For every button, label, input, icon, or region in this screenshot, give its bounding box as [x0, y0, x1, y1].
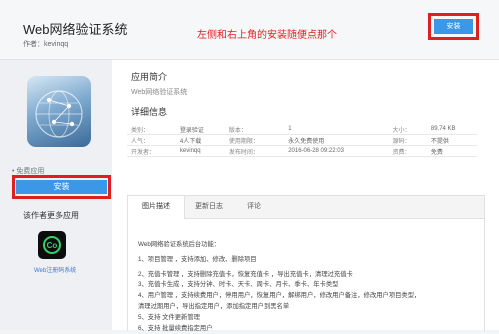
main-content: 应用简介 Web网络验证系统 详细信息 类别： 登录验证 版本： 1 大小： 8…	[112, 60, 499, 334]
details-table: 类别： 登录验证 版本： 1 大小： 89.74 KB 人气： 4人下载 使用期…	[127, 124, 477, 157]
description-line: 2、充值卡管理 ，支持删除充值卡，恢复充值卡 ，导出充值卡，清理过充值卡	[138, 270, 353, 278]
annotation-text: 左侧和右上角的安装随便点那个	[197, 30, 337, 41]
description-line: 1、项目管理 ，支持添加、修改、删除项目	[138, 255, 257, 263]
description-line: Web网络验证系统后台功能：	[138, 241, 221, 248]
description-line: 3、充值卡生成 ，支持分钟、时卡、天卡、周卡、月卡、季卡、年卡类型	[138, 281, 339, 289]
tabs-panel: 图片描述 更新日志 评论 Web网络验证系统后台功能： 1、项目管理 ，支持添加…	[127, 195, 485, 334]
app-title: Web网络验证系统	[23, 22, 128, 37]
intro-title: 应用简介	[131, 72, 168, 82]
sidebar-install-highlight: 安装	[12, 175, 111, 199]
tab-bar: 图片描述 更新日志 评论	[128, 196, 484, 219]
description-text: Web网络验证系统后台功能： 1、项目管理 ，支持添加、修改、删除项目 2、充值…	[138, 240, 420, 334]
top-install-button[interactable]: 安装	[434, 19, 473, 34]
details-title: 详细信息	[131, 107, 168, 117]
globe-graphic	[35, 90, 83, 138]
tab-changelog[interactable]: 更新日志	[184, 196, 234, 218]
more-app-icon[interactable]: Co	[38, 231, 66, 259]
app-globe-icon	[27, 76, 91, 147]
sidebar-install-button[interactable]: 安装	[16, 180, 107, 194]
app-header: Web网络验证系统 作者：kevinqq 左侧和右上角的安装随便点那个 安装	[0, 0, 499, 60]
left-sidebar: • 免费应用 安装 该作者更多应用 Co Web注册码系统	[0, 60, 112, 330]
table-row: 人气： 4人下载 使用期限： 永久免费使用 源码： 不提供	[127, 134, 477, 146]
top-install-highlight: 安装	[428, 13, 479, 40]
description-line: 5、支持 文件更新管理	[138, 313, 200, 321]
intro-text: Web网络验证系统	[131, 89, 188, 96]
description-line: 6、支持 批量续费指定用户	[138, 324, 213, 332]
more-app-link[interactable]: Web注册码系统	[34, 265, 76, 274]
tab-comments[interactable]: 评论	[234, 196, 274, 218]
description-line: 4、用户管理 ，支持续费用户，停用用户，恢复用户，解绑用户，修改用户备注，修改用…	[138, 292, 421, 300]
description-line: 清理过期用户，导出指定用户，添加指定用户到黑名单	[138, 302, 290, 310]
table-row: 类别： 登录验证 版本： 1 大小： 89.74 KB	[127, 124, 477, 135]
co-logo-icon: Co	[43, 236, 61, 254]
tab-image-description[interactable]: 图片描述	[128, 196, 185, 219]
author-label: 作者：kevinqq	[23, 41, 69, 48]
more-apps-title: 该作者更多应用	[23, 211, 79, 220]
table-row: 开发者： kevinqq 发布时间： 2016-06-28 09:22:03 资…	[127, 145, 477, 157]
